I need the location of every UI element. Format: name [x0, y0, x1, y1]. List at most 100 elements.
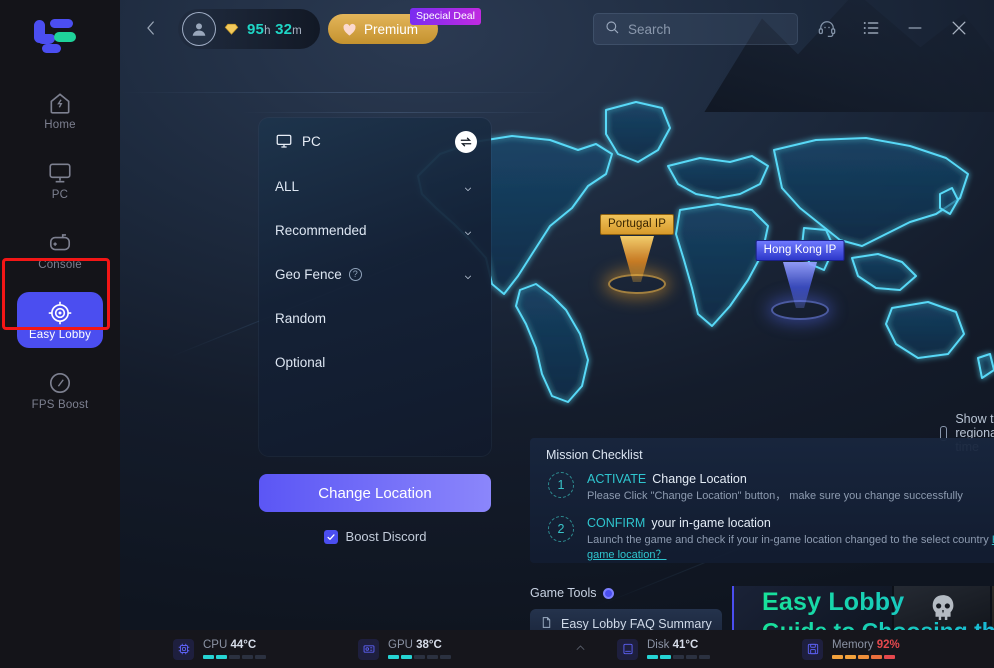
main-content: Portugal IP Hong Kong IP Show the region…	[120, 0, 994, 668]
option-label: Geo Fence	[275, 266, 342, 282]
chevron-left-icon[interactable]	[142, 19, 160, 37]
sidebar-item-label: PC	[51, 188, 69, 201]
sidebar-item-console[interactable]: Console	[17, 222, 103, 278]
headset-icon[interactable]	[817, 18, 837, 38]
sidebar-item-easy-lobby[interactable]: Easy Lobby	[17, 292, 103, 348]
status-label: GPU	[388, 639, 413, 651]
target-icon	[47, 300, 73, 326]
memory-icon	[802, 638, 823, 660]
chevron-up-icon[interactable]	[572, 641, 589, 659]
lagofast-logo	[30, 16, 78, 53]
home-icon	[47, 90, 73, 116]
app-window: Home PC Console Easy Lobby FPS Boost Por…	[0, 0, 994, 668]
pin-ring	[608, 274, 666, 294]
status-disk-text: Disk 41°C	[647, 639, 710, 659]
monitor-icon	[275, 132, 293, 150]
status-cpu[interactable]: CPU 44°C	[173, 638, 266, 660]
option-label: Optional	[275, 354, 326, 370]
status-memory-text: Memory 92%	[832, 639, 900, 659]
sidebar-item-pc[interactable]: PC	[17, 152, 103, 208]
top-bar: 95h 32m Premium Special Deal	[120, 0, 994, 58]
status-memory[interactable]: Memory 92%	[802, 638, 900, 660]
search-box[interactable]	[593, 13, 798, 45]
status-bar: CPU 44°C GPU 38°C Disk 41°C Memory 92%	[120, 630, 994, 668]
sidebar-item-label: Home	[44, 118, 76, 131]
sidebar-item-label: Easy Lobby	[28, 328, 92, 341]
platform-label: PC	[302, 133, 321, 149]
status-disk[interactable]: Disk 41°C	[617, 638, 710, 660]
playtime-value: 95h 32m	[247, 21, 302, 38]
status-gpu[interactable]: GPU 38°C	[358, 638, 451, 660]
checklist-step-2: 2 CONFIRM your in-game location Launch th…	[548, 516, 994, 563]
option-label: Recommended	[275, 222, 367, 238]
step-heading: ACTIVATE Change Location	[587, 472, 963, 486]
minimize-icon[interactable]	[905, 18, 925, 38]
game-tools-header: Game Tools	[530, 586, 722, 600]
game-tools-title: Game Tools	[530, 586, 597, 600]
sidebar-item-label: Console	[38, 258, 82, 271]
checklist-step-1: 1 ACTIVATE Change Location Please Click "…	[548, 472, 963, 504]
sidebar: Home PC Console Easy Lobby FPS Boost	[0, 0, 120, 668]
search-input[interactable]	[628, 21, 778, 37]
step-number: 1	[548, 472, 574, 498]
avatar[interactable]	[182, 12, 216, 46]
cpu-icon	[173, 638, 194, 660]
status-bars	[647, 655, 710, 659]
pin-label[interactable]: Portugal IP	[600, 214, 674, 235]
step-description-text: Launch the game and check if your in-gam…	[587, 534, 992, 546]
status-bars	[388, 655, 451, 659]
gpu-icon	[358, 638, 379, 660]
change-location-button[interactable]: Change Location	[259, 474, 491, 512]
option-geo-fence[interactable]: Geo Fence ?	[259, 252, 491, 296]
step-description: Launch the game and check if your in-gam…	[587, 533, 994, 563]
help-icon[interactable]: ?	[348, 267, 362, 281]
special-deal-badge[interactable]: Special Deal	[410, 8, 481, 25]
monitor-icon	[47, 160, 73, 186]
status-cpu-text: CPU 44°C	[203, 639, 266, 659]
option-label: Random	[275, 310, 327, 326]
location-panel: PC ALL Recommended Geo Fence ? Random Op…	[259, 118, 491, 456]
boost-discord-label: Boost Discord	[345, 529, 427, 544]
sidebar-nav: Home PC Console Easy Lobby FPS Boost	[0, 82, 120, 432]
status-bars	[832, 655, 900, 659]
gauge-icon	[47, 370, 73, 396]
pin-label[interactable]: Hong Kong IP	[755, 240, 845, 261]
step-heading: CONFIRM your in-game location	[587, 516, 994, 530]
step-heading-text: Change Location	[652, 472, 747, 486]
status-value: 44°C	[230, 639, 257, 651]
sidebar-item-home[interactable]: Home	[17, 82, 103, 138]
chevron-down-icon	[461, 270, 475, 285]
game-tools-item-label: Easy Lobby FAQ Summary	[561, 617, 712, 631]
close-icon[interactable]	[949, 18, 969, 38]
playtime-hours: 95	[247, 20, 265, 38]
step-number: 2	[548, 516, 574, 542]
playtime-minutes-unit: m	[292, 24, 302, 37]
step-description: Please Click "Change Location" button， m…	[587, 490, 963, 502]
boost-discord-checkbox[interactable]: Boost Discord	[259, 529, 491, 544]
user-time-chip[interactable]: 95h 32m	[178, 9, 320, 49]
status-value: 92%	[876, 639, 900, 651]
sidebar-item-fps-boost[interactable]: FPS Boost	[17, 362, 103, 418]
status-bars	[203, 655, 266, 659]
status-value: 38°C	[416, 639, 442, 651]
heart-icon	[342, 23, 357, 36]
option-label: ALL	[275, 178, 300, 194]
option-optional[interactable]: Optional	[259, 340, 491, 384]
playtime-hours-unit: h	[264, 24, 271, 37]
swap-arrows-icon[interactable]	[455, 131, 477, 153]
list-icon[interactable]	[861, 18, 881, 38]
status-label: CPU	[203, 639, 228, 651]
disk-icon	[617, 638, 638, 660]
step-keyword: CONFIRM	[587, 516, 646, 530]
option-recommended[interactable]: Recommended	[259, 208, 491, 252]
checkbox-checked-icon[interactable]	[323, 529, 338, 544]
status-value: 41°C	[672, 639, 699, 651]
gem-icon	[224, 23, 239, 36]
sidebar-item-label: FPS Boost	[31, 398, 89, 411]
option-random[interactable]: Random	[259, 296, 491, 340]
blue-dot-icon	[603, 587, 615, 599]
option-all[interactable]: ALL	[259, 164, 491, 208]
playtime-minutes: 32	[275, 20, 293, 38]
status-gpu-text: GPU 38°C	[388, 639, 451, 659]
gamepad-icon	[47, 230, 73, 256]
